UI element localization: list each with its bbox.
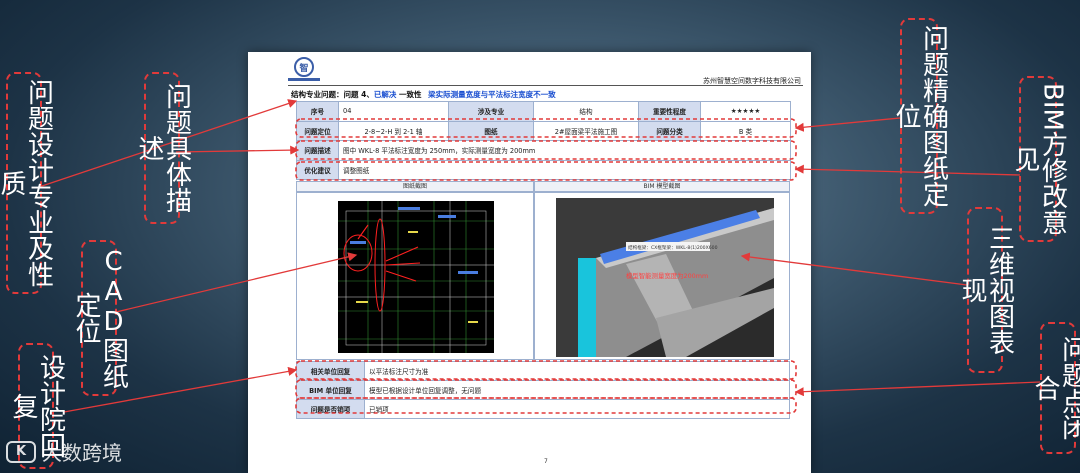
issue-description-title: 梁实际测量宽度与平法标注宽度不一致: [428, 90, 556, 99]
issue-prefix: 结构专业问题：问题 4、: [291, 90, 374, 99]
callout-3d-view: 三维视图表现: [957, 207, 1015, 373]
bim-measure-note: 模型智能测量宽度为200mm: [626, 271, 708, 280]
table-row: 相关单位回复 以平法标注尺寸为准: [296, 361, 790, 381]
bim-element-tag: 结构框梁：CX框架梁：WKL-8(1)200X600: [628, 244, 718, 251]
table-row: 优化建议 调整图纸: [296, 159, 791, 180]
table-row: 序号 04 涉及专业 结构 重要性程度 ★★★★★: [296, 101, 791, 122]
logo-underline: [288, 78, 320, 81]
category-label: 问题分类: [638, 120, 701, 141]
bim-image-panel: 结构框梁：CX框架梁：WKL-8(1)200X600 模型智能测量宽度为200m…: [534, 192, 790, 360]
drawing-label: 图纸: [448, 120, 534, 141]
reply-table: 相关单位回复 以平法标注尺寸为准 BIM 单位回复 模型已根据设计单位回复调整，…: [296, 361, 790, 419]
seq-label: 序号: [296, 101, 339, 122]
cad-image-header: 图纸截图: [296, 181, 534, 192]
unit-reply-value: 以平法标注尺寸为准: [364, 361, 790, 381]
cad-drawing-screenshot: [338, 201, 494, 353]
table-row: 问题描述 图中 WKL-8 平法标注宽度为 250mm，实际测量宽度为 200m…: [296, 140, 791, 161]
major-label: 涉及专业: [448, 101, 534, 122]
issue-info-table: 序号 04 涉及专业 结构 重要性程度 ★★★★★ 问题定位 2-8~2-H 到…: [296, 101, 791, 180]
watermark-text: 大数跨境: [42, 441, 122, 465]
category-value: B 类: [700, 120, 791, 141]
advice-value: 调整图纸: [338, 159, 791, 180]
header-rule: [288, 85, 803, 86]
callout-specific-description: 问题具体描述: [134, 72, 192, 224]
closed-label: 问题是否销项: [296, 399, 365, 419]
major-value: 结构: [533, 101, 639, 122]
seq-value: 04: [338, 101, 449, 122]
description-value: 图中 WKL-8 平法标注宽度为 250mm，实际测量宽度为 200mm: [338, 140, 791, 161]
table-row: 问题定位 2-8~2-H 到 2-1 轴 图纸 2#屋面梁平法施工图 问题分类 …: [296, 120, 791, 141]
callout-closure: 问题点闭合: [1030, 322, 1080, 454]
bim-model-screenshot: 结构框梁：CX框架梁：WKL-8(1)200X600 模型智能测量宽度为200m…: [556, 198, 774, 357]
callout-design-major: 问题设计专业及性质: [0, 72, 54, 294]
callout-bim-advice: BIM方修改意见: [1010, 76, 1068, 242]
drawing-value: 2#屋面梁平法施工图: [533, 120, 639, 141]
callout-cad-location: CAD图纸定位: [71, 240, 129, 396]
table-row: 问题是否销项 已销项: [296, 399, 790, 419]
advice-label: 优化建议: [296, 159, 339, 180]
importance-label: 重要性程度: [638, 101, 701, 122]
company-logo: 智: [294, 57, 314, 77]
watermark-logo-icon: K: [6, 440, 36, 463]
cad-image-panel: [296, 192, 534, 360]
bim-reply-label: BIM 单位回复: [296, 380, 365, 400]
table-row: BIM 单位回复 模型已根据设计单位回复调整，无问题: [296, 380, 790, 400]
callout-precise-location: 问题精确图纸定位: [891, 18, 949, 214]
issue-kind: 一致性: [398, 90, 422, 99]
page-number: 7: [544, 458, 548, 465]
watermark: K 大数跨境: [6, 437, 122, 466]
bim-image-header: BIM 模型截图: [534, 181, 790, 192]
issue-status: 已解决: [373, 90, 397, 99]
unit-reply-label: 相关单位回复: [296, 361, 365, 381]
location-value: 2-8~2-H 到 2-1 轴: [338, 120, 449, 141]
closed-value: 已销项: [364, 399, 790, 419]
location-label: 问题定位: [296, 120, 339, 141]
description-label: 问题描述: [296, 140, 339, 161]
issue-title: 结构专业问题：问题 4、已解决 一致性 梁实际测量宽度与平法标注宽度不一致: [291, 89, 556, 100]
importance-stars: ★★★★★: [700, 101, 791, 122]
document-sheet: 智 苏州智慧空间数字科技有限公司 结构专业问题：问题 4、已解决 一致性 梁实际…: [248, 52, 811, 473]
bim-reply-value: 模型已根据设计单位回复调整，无问题: [364, 380, 790, 400]
